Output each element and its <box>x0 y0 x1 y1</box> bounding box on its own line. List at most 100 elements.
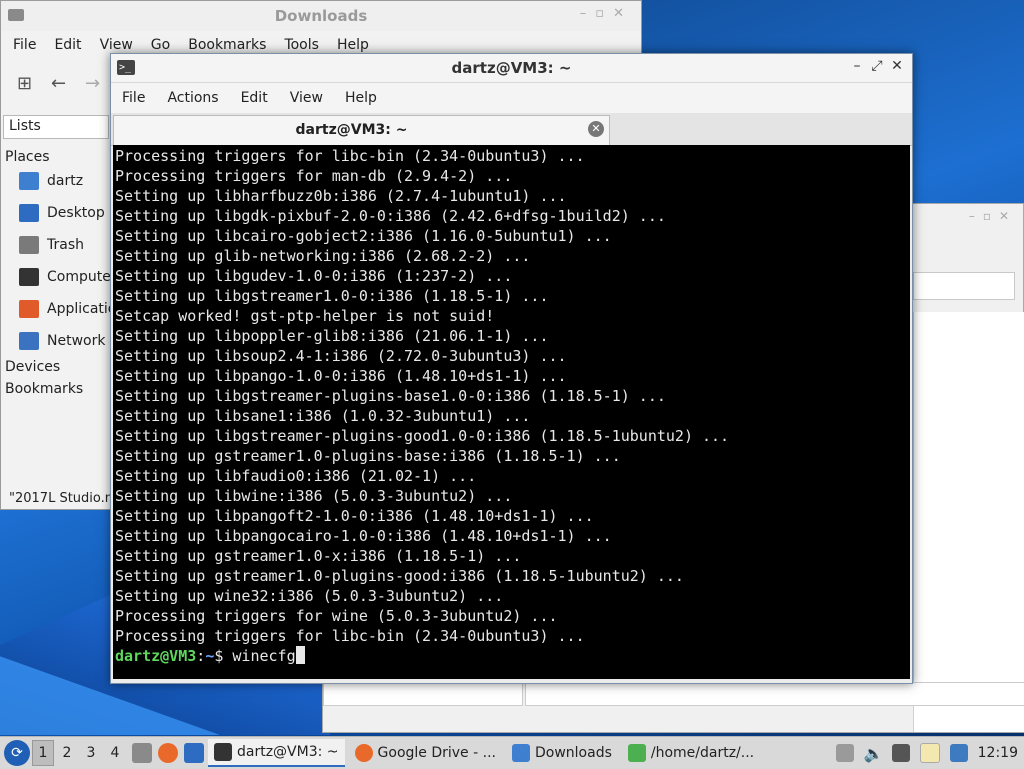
menu-edit[interactable]: Edit <box>234 83 275 113</box>
terminal-line: Setting up libfaudio0:i386 (21.02-1) ... <box>115 467 477 485</box>
new-tab-icon[interactable]: ⊞ <box>17 73 32 94</box>
terminal-menubar: File Actions Edit View Help <box>111 83 912 113</box>
menu-file[interactable]: File <box>7 31 42 59</box>
window-controls[interactable]: –▫✕ <box>580 6 633 21</box>
terminal-line: Setting up libgstreamer-plugins-base1.0-… <box>115 387 666 405</box>
task-text-editor[interactable]: /home/dartz/... <box>622 739 760 767</box>
terminal-line: Setting up libgdk-pixbuf-2.0-0:i386 (2.4… <box>115 207 666 225</box>
close-button[interactable]: ✕ <box>888 58 906 74</box>
terminal-tab[interactable]: dartz@VM3: ~ ✕ <box>113 115 610 145</box>
applications-icon <box>19 300 39 318</box>
text-editor-icon <box>627 744 646 762</box>
terminal-line: Setting up libwine:i386 (5.0.3-3ubuntu2)… <box>115 487 513 505</box>
file-manager-titlebar[interactable]: Downloads –▫✕ <box>1 1 641 31</box>
minimize-button[interactable]: – <box>848 58 866 74</box>
terminal-line: Setting up libpoppler-glib8:i386 (21.06.… <box>115 327 549 345</box>
prompt-user: dartz@VM3 <box>115 647 197 665</box>
file-manager-title: Downloads <box>274 7 368 25</box>
update-notifier-icon[interactable] <box>949 744 968 762</box>
terminal-line: Setting up gstreamer1.0-plugins-base:i38… <box>115 447 621 465</box>
sidebar-item-home[interactable]: dartz <box>1 165 111 197</box>
terminal-line: Processing triggers for wine (5.0.3-3ubu… <box>115 607 558 625</box>
terminal-line: Setting up libsoup2.4-1:i386 (2.72.0-3ub… <box>115 347 567 365</box>
prompt-path: ~ <box>205 647 215 665</box>
workspace-2[interactable]: 2 <box>56 745 78 761</box>
terminal-line: Setting up libgstreamer-plugins-good1.0-… <box>115 427 730 445</box>
status-field-right <box>525 682 1024 706</box>
terminal-tab-label: dartz@VM3: ~ <box>295 122 408 138</box>
terminal-line: Setting up wine32:i386 (5.0.3-3ubuntu2) … <box>115 587 504 605</box>
terminal-line: Setting up libgstreamer1.0-0:i386 (1.18.… <box>115 287 549 305</box>
task-label: dartz@VM3: ~ <box>237 744 339 760</box>
sidebar-item-desktop[interactable]: Desktop <box>1 197 111 229</box>
firefox-launcher-icon[interactable] <box>158 743 178 763</box>
terminal-line: Processing triggers for man-db (2.9.4-2)… <box>115 167 513 185</box>
terminal-line: Setting up gstreamer1.0-x:i386 (1.18.5-1… <box>115 547 522 565</box>
sidebar-item-label: Desktop <box>47 205 105 221</box>
terminal-window[interactable]: >_ dartz@VM3: ~ – ⤢ ✕ File Actions Edit … <box>110 53 913 684</box>
notes-icon[interactable] <box>919 743 940 763</box>
workspace-4[interactable]: 4 <box>104 745 126 761</box>
clock[interactable]: 12:19 <box>978 745 1018 761</box>
taskbar: ⟳ 1 2 3 4 dartz@VM3: ~ Google Drive - ..… <box>0 736 1024 769</box>
content-pane <box>913 312 1024 732</box>
terminal-line: Setting up glib-networking:i386 (2.68.2-… <box>115 247 531 265</box>
menu-actions[interactable]: Actions <box>160 83 225 113</box>
network-icon <box>19 332 39 350</box>
prompt-separator: : <box>196 647 206 665</box>
terminal-output[interactable]: Processing triggers for libc-bin (2.34-0… <box>113 145 910 679</box>
task-firefox[interactable]: Google Drive - ... <box>349 739 502 767</box>
forward-arrow-icon[interactable]: → <box>85 73 100 94</box>
home-folder-icon <box>19 172 39 190</box>
menu-file[interactable]: File <box>115 83 152 113</box>
task-downloads[interactable]: Downloads <box>506 739 618 767</box>
address-field[interactable] <box>913 272 1015 300</box>
sidebar-lists-selector[interactable]: Lists <box>3 115 109 139</box>
sidebar-item-trash[interactable]: Trash <box>1 229 111 261</box>
terminal-titlebar[interactable]: >_ dartz@VM3: ~ – ⤢ ✕ <box>111 54 912 83</box>
file-manager-launcher-icon[interactable] <box>132 743 152 763</box>
terminal-line: Setting up libpango-1.0-0:i386 (1.48.10+… <box>115 367 567 385</box>
menu-help[interactable]: Help <box>338 83 384 113</box>
sidebar-item-network[interactable]: Network <box>1 325 111 357</box>
sidebar-item-label: Trash <box>47 237 84 253</box>
workspace-1[interactable]: 1 <box>32 740 54 766</box>
terminal-line: Processing triggers for libc-bin (2.34-0… <box>115 627 585 645</box>
menu-view[interactable]: View <box>283 83 330 113</box>
back-arrow-icon[interactable]: ← <box>51 73 66 94</box>
terminal-line: Setting up libgudev-1.0-0:i386 (1:237-2)… <box>115 267 513 285</box>
terminal-line: Setting up libpangoft2-1.0-0:i386 (1.48.… <box>115 507 594 525</box>
trash-icon <box>19 236 39 254</box>
clipboard-icon[interactable] <box>835 744 854 762</box>
system-tray: 🔈 12:19 <box>835 743 1024 763</box>
task-terminal[interactable]: dartz@VM3: ~ <box>208 739 345 767</box>
terminal-line: Setting up libcairo-gobject2:i386 (1.16.… <box>115 227 612 245</box>
window-controls[interactable]: –▫✕ <box>969 209 1017 223</box>
firefox-icon <box>354 744 373 762</box>
terminal-tabbar: dartz@VM3: ~ ✕ <box>111 113 912 146</box>
terminal-prompt-line[interactable]: dartz@VM3:~$ winecfg <box>113 646 910 666</box>
text-cursor <box>295 646 305 664</box>
show-desktop-icon[interactable] <box>184 743 204 763</box>
volume-icon[interactable]: 🔈 <box>864 744 884 763</box>
close-tab-icon[interactable]: ✕ <box>588 121 604 137</box>
devices-header: Devices <box>5 359 61 375</box>
desktop-icon <box>19 204 39 222</box>
maximize-button[interactable]: ⤢ <box>868 58 886 74</box>
terminal-command[interactable]: winecfg <box>232 647 295 665</box>
terminal-line: Setting up libsane1:i386 (1.0.32-3ubuntu… <box>115 407 531 425</box>
terminal-icon <box>214 743 232 761</box>
start-menu-icon[interactable]: ⟳ <box>4 740 30 766</box>
sidebar-item-computer[interactable]: Computer <box>1 261 111 293</box>
workspace-3[interactable]: 3 <box>80 745 102 761</box>
folder-icon <box>511 744 530 762</box>
file-manager-status: "2017L Studio.m <box>9 491 118 506</box>
places-header: Places <box>5 149 50 165</box>
terminal-line: Setting up libharfbuzz0b:i386 (2.7.4-1ub… <box>115 187 567 205</box>
sidebar-item-label: Applications <box>47 301 111 317</box>
terminal-line: Setting up gstreamer1.0-plugins-good:i38… <box>115 567 684 585</box>
sidebar-item-applications[interactable]: Applications <box>1 293 111 325</box>
terminal-line: Processing triggers for libc-bin (2.34-0… <box>115 147 585 165</box>
menu-edit[interactable]: Edit <box>48 31 87 59</box>
network-icon[interactable] <box>891 744 910 762</box>
